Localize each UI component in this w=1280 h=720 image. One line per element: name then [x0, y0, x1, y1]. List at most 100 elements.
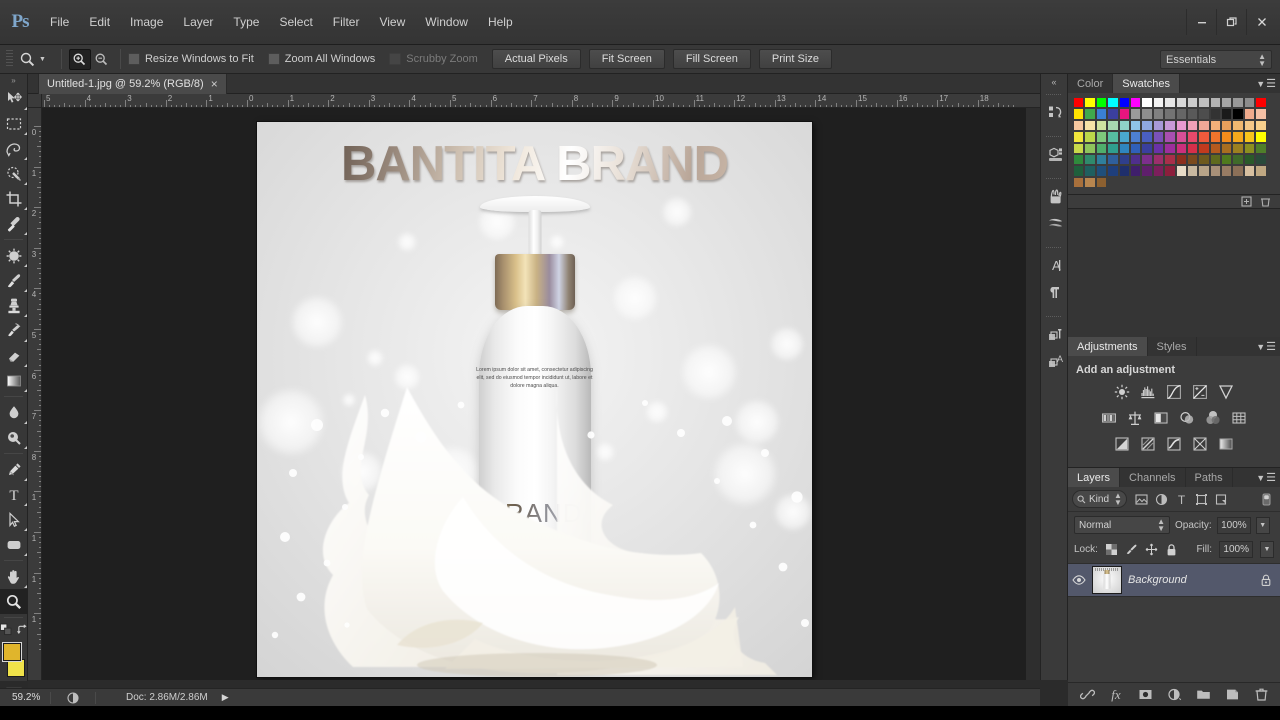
foreground-color-swatch[interactable]: [2, 642, 22, 662]
swatch-cell[interactable]: [1164, 119, 1176, 132]
swatch-cell[interactable]: [1095, 142, 1108, 154]
swatch-cell[interactable]: [1232, 97, 1244, 109]
ruler-corner[interactable]: [28, 94, 42, 108]
tab-layers[interactable]: Layers: [1068, 468, 1121, 488]
swatch-cell[interactable]: [1107, 108, 1119, 120]
rectangular-marquee-tool[interactable]: [0, 111, 28, 136]
delete-layer-icon[interactable]: [1253, 687, 1269, 703]
minimize-icon[interactable]: [1186, 9, 1216, 35]
new-fill-adjustment-icon[interactable]: [1166, 687, 1182, 703]
tool-flyout-triangle[interactable]: [24, 132, 27, 135]
link-layers-icon[interactable]: [1079, 687, 1095, 703]
tool-flyout-triangle[interactable]: [24, 107, 27, 110]
swatch-cell[interactable]: [1073, 142, 1085, 154]
posterize-icon[interactable]: [1140, 435, 1157, 452]
tool-flyout-triangle[interactable]: [24, 389, 27, 392]
swatch-cell[interactable]: [1141, 97, 1153, 109]
swatch-cell[interactable]: [1152, 165, 1165, 177]
zoom-level[interactable]: 59.2%: [0, 692, 50, 703]
add-layer-style-icon[interactable]: fx: [1108, 687, 1124, 703]
actual-pixels-button[interactable]: Actual Pixels: [491, 49, 581, 69]
brush-presets-icon[interactable]: [1041, 183, 1069, 210]
swatch-cell[interactable]: [1118, 97, 1130, 109]
tab-channels[interactable]: Channels: [1120, 468, 1186, 488]
menu-image[interactable]: Image: [120, 11, 173, 33]
swatch-cell[interactable]: [1221, 153, 1233, 166]
swatch-cell[interactable]: [1129, 153, 1142, 166]
swatch-cell[interactable]: [1198, 131, 1210, 143]
eraser-tool[interactable]: [0, 343, 28, 368]
tools-panel-grip[interactable]: »: [0, 74, 27, 86]
close-icon[interactable]: ×: [211, 77, 218, 91]
swatch-cell[interactable]: [1232, 153, 1244, 166]
tab-color[interactable]: Color: [1068, 74, 1114, 93]
tool-flyout-triangle[interactable]: [24, 232, 27, 235]
swatch-cell[interactable]: [1152, 131, 1165, 143]
swatches-grid[interactable]: [1073, 97, 1275, 189]
swatch-cell[interactable]: [1095, 176, 1108, 189]
tool-flyout-triangle[interactable]: [24, 157, 27, 160]
vertical-ruler[interactable]: 0 1 2 3 4 5 6 7 8 1 1 1 1: [28, 108, 42, 680]
swatch-cell[interactable]: [1164, 153, 1176, 166]
horizontal-type-tool[interactable]: T: [0, 482, 28, 507]
swatch-cell[interactable]: [1084, 131, 1096, 143]
new-swatch-icon[interactable]: [1241, 196, 1252, 207]
swatch-cell[interactable]: [1152, 142, 1165, 154]
swatch-cell[interactable]: [1164, 97, 1176, 109]
swatch-cell[interactable]: [1129, 97, 1142, 109]
workspace-selector[interactable]: Essentials ▲ ▼: [1160, 50, 1272, 69]
tool-flyout-triangle[interactable]: [24, 528, 27, 531]
add-layer-mask-icon[interactable]: [1137, 687, 1153, 703]
swap-colors-icon[interactable]: [17, 624, 27, 635]
menu-edit[interactable]: Edit: [79, 11, 120, 33]
swatch-cell[interactable]: [1152, 97, 1165, 109]
pen-tool[interactable]: [0, 457, 28, 482]
restore-icon[interactable]: [1216, 9, 1246, 35]
table-row[interactable]: Background: [1068, 563, 1280, 598]
swatch-cell[interactable]: [1118, 142, 1130, 154]
tool-flyout-triangle[interactable]: [24, 182, 27, 185]
tool-flyout-triangle[interactable]: [24, 207, 27, 210]
swatch-cell[interactable]: [1141, 108, 1153, 120]
document-tab[interactable]: Untitled-1.jpg @ 59.2% (RGB/8) ×: [38, 74, 227, 94]
swatch-cell[interactable]: [1175, 165, 1187, 177]
swatch-cell[interactable]: [1107, 153, 1119, 166]
path-selection-tool[interactable]: [0, 507, 28, 532]
options-bar-grip[interactable]: [6, 50, 13, 68]
swatch-cell[interactable]: [1209, 153, 1222, 166]
dock-group-grip[interactable]: [1041, 132, 1067, 141]
swatch-cell[interactable]: [1175, 97, 1187, 109]
zoom-out-button[interactable]: [91, 49, 113, 70]
swatch-cell[interactable]: [1118, 119, 1130, 132]
menu-filter[interactable]: Filter: [323, 11, 370, 33]
swatch-cell[interactable]: [1118, 108, 1130, 120]
lock-position-icon[interactable]: [1145, 543, 1158, 556]
rounded-rectangle-tool[interactable]: [0, 532, 28, 557]
swatch-cell[interactable]: [1095, 97, 1108, 109]
swatch-cell[interactable]: [1255, 165, 1267, 177]
panel-menu-icon[interactable]: ▼ ☰: [1256, 77, 1276, 90]
quick-selection-tool[interactable]: [0, 161, 28, 186]
swatch-cell[interactable]: [1095, 131, 1108, 143]
tool-flyout-triangle[interactable]: [24, 553, 27, 556]
swatch-cell[interactable]: [1243, 131, 1256, 143]
swatch-cell[interactable]: [1141, 119, 1153, 132]
tool-flyout-triangle[interactable]: [24, 364, 27, 367]
swatch-cell[interactable]: [1186, 119, 1199, 132]
swatch-cell[interactable]: [1209, 97, 1222, 109]
history-brush-tool[interactable]: [0, 318, 28, 343]
filter-smart-object-icon[interactable]: [1212, 490, 1232, 508]
history-panel-icon[interactable]: [1041, 99, 1069, 126]
swatch-cell[interactable]: [1243, 165, 1256, 177]
swatch-cell[interactable]: [1175, 153, 1187, 166]
3d-panel-icon[interactable]: [1041, 141, 1069, 168]
swatch-cell[interactable]: [1175, 119, 1187, 132]
filter-pixel-icon[interactable]: [1132, 490, 1152, 508]
swatch-cell[interactable]: [1232, 108, 1244, 120]
zoom-all-windows-checkbox[interactable]: Zoom All Windows: [267, 53, 375, 65]
swatch-cell[interactable]: [1221, 97, 1233, 109]
channel-mixer-icon[interactable]: [1205, 409, 1222, 426]
swatch-cell[interactable]: [1198, 119, 1210, 132]
hand-tool[interactable]: [0, 564, 28, 589]
swatch-cell[interactable]: [1186, 142, 1199, 154]
